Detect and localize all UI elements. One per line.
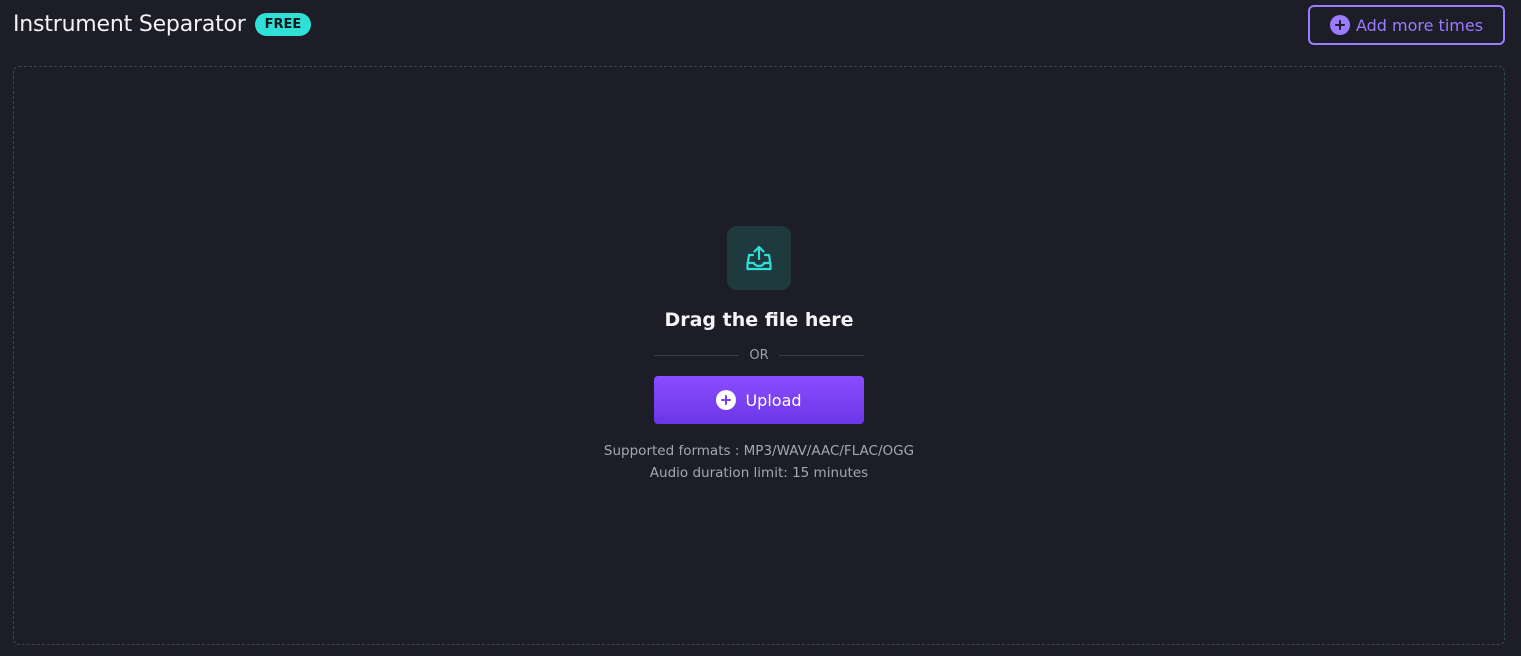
drag-file-heading: Drag the file here bbox=[664, 309, 854, 331]
add-more-times-label: Add more times bbox=[1355, 15, 1484, 35]
duration-limit-text: Audio duration limit: 15 minutes bbox=[649, 465, 869, 481]
upload-button[interactable]: Upload bbox=[654, 376, 864, 424]
add-more-times-button[interactable]: Add more times bbox=[1308, 5, 1505, 45]
or-divider: OR bbox=[654, 347, 865, 363]
upload-tray-icon bbox=[727, 226, 791, 290]
instrument-separator-page: Instrument Separator FREE Add more times… bbox=[0, 0, 1521, 656]
upload-label: Upload bbox=[745, 390, 802, 410]
page-title: Instrument Separator bbox=[13, 11, 246, 37]
page-header: Instrument Separator FREE bbox=[13, 9, 312, 39]
divider-line-right bbox=[778, 354, 865, 356]
free-badge: FREE bbox=[254, 12, 312, 36]
plus-circle-icon bbox=[1329, 15, 1350, 35]
divider-line-left bbox=[654, 354, 740, 356]
supported-formats-text: Supported formats : MP3/WAV/AAC/FLAC/OGG bbox=[603, 443, 915, 459]
file-dropzone[interactable]: Drag the file here OR Upload Supported f… bbox=[13, 66, 1505, 645]
or-label: OR bbox=[749, 347, 769, 363]
dropzone-content: Drag the file here OR Upload Supported f… bbox=[14, 67, 1504, 644]
plus-circle-icon bbox=[716, 390, 737, 410]
